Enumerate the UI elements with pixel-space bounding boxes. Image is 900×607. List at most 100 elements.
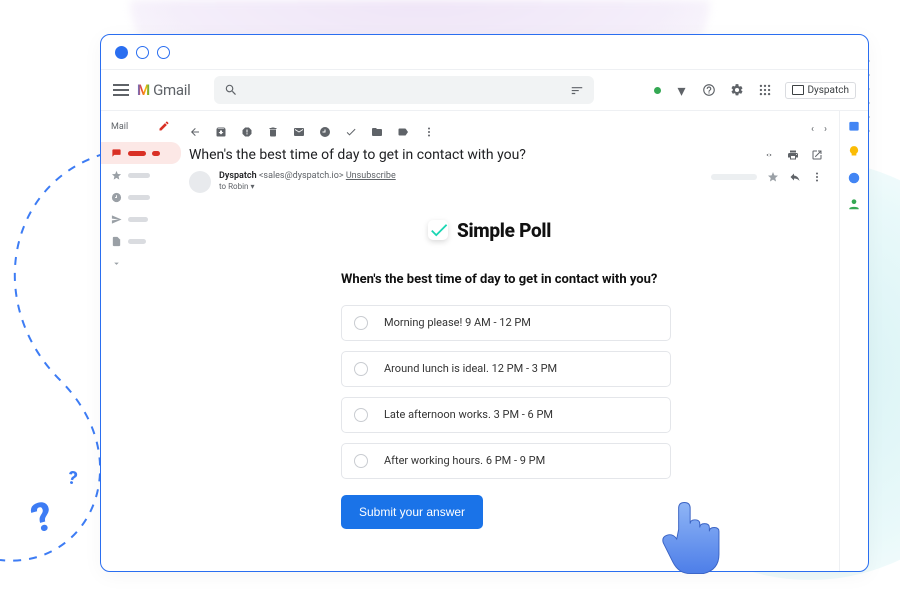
addon-rail	[839, 111, 868, 571]
sidebar-item[interactable]	[101, 186, 181, 208]
poll-option[interactable]: After working hours. 6 PM - 9 PM	[341, 443, 671, 479]
to-recipient: to Robin	[219, 182, 248, 192]
star-icon	[111, 170, 122, 181]
gmail-main: ‹ › When's the best time of day to get i…	[181, 111, 868, 571]
poll-card: Simple Poll When's the best time of day …	[341, 217, 671, 571]
subject-actions	[763, 149, 823, 161]
popout-icon[interactable]	[811, 149, 823, 161]
more-icon[interactable]	[423, 123, 435, 135]
contacts-icon[interactable]	[847, 197, 861, 211]
gmail-topbar: M Gmail ▾ Dyspatch	[101, 70, 868, 111]
dyspatch-addon-label: Dyspatch	[807, 85, 849, 96]
window-titlebar	[101, 35, 868, 70]
gmail-logo[interactable]: M Gmail	[137, 81, 190, 99]
dyspatch-addon-button[interactable]: Dyspatch	[785, 82, 856, 99]
spam-icon[interactable]	[241, 123, 253, 135]
caret-down-icon[interactable]: ▾	[673, 82, 689, 98]
avatar	[189, 171, 211, 193]
sidebar-item[interactable]	[101, 164, 181, 186]
move-icon[interactable]	[371, 123, 383, 135]
chevron-down-icon	[111, 258, 122, 269]
help-icon[interactable]	[701, 82, 717, 98]
snooze-icon[interactable]	[319, 123, 331, 135]
checkmark-icon	[425, 217, 451, 243]
archive-icon[interactable]	[215, 123, 227, 135]
unsubscribe-link[interactable]: Unsubscribe	[346, 171, 396, 181]
sender-name: Dyspatch	[219, 171, 257, 181]
label-icon[interactable]	[397, 123, 409, 135]
radio-icon	[354, 362, 368, 376]
to-line[interactable]: to Robin ▾	[219, 182, 396, 192]
gmail-app: M Gmail ▾ Dyspatch	[101, 70, 868, 571]
email-subject: When's the best time of day to get in co…	[189, 147, 526, 163]
topbar-right: ▾ Dyspatch	[642, 82, 856, 99]
chevron-right-icon[interactable]: ›	[824, 124, 827, 135]
sender-actions	[711, 171, 823, 183]
back-icon[interactable]	[189, 123, 201, 135]
poll-option[interactable]: Morning please! 9 AM - 12 PM	[341, 305, 671, 341]
poll-logo: Simple Poll	[305, 217, 671, 243]
send-icon	[111, 214, 122, 225]
poll-option[interactable]: Late afternoon works. 3 PM - 6 PM	[341, 397, 671, 433]
gmail-sidebar: Mail	[101, 111, 181, 571]
poll-brand: Simple Poll	[457, 219, 551, 242]
sidebar-item-pill	[128, 173, 150, 178]
delete-icon[interactable]	[267, 123, 279, 135]
more-icon[interactable]	[811, 171, 823, 183]
sender-line: Dyspatch <sales@dyspatch.io> Unsubscribe	[219, 171, 396, 182]
search-icon	[224, 83, 238, 97]
gmail-logo-text: Gmail	[153, 81, 190, 99]
gmail-logo-m: M	[137, 81, 150, 99]
poll-question: When's the best time of day to get in co…	[341, 271, 671, 289]
caret-down-icon: ▾	[250, 182, 254, 192]
radio-icon	[354, 408, 368, 422]
inbox-icon	[111, 148, 122, 159]
poll-option-label: Around lunch is ideal. 12 PM - 3 PM	[384, 362, 557, 375]
mail-icon[interactable]	[293, 123, 305, 135]
presence-indicator-icon	[654, 87, 661, 94]
search-input[interactable]	[214, 76, 594, 104]
sidebar-item-pill	[128, 239, 146, 244]
window-control-dot[interactable]	[115, 46, 128, 59]
sidebar-item-pill	[128, 217, 148, 222]
sidebar-item-more[interactable]	[101, 252, 181, 274]
pointer-cursor-icon	[646, 491, 742, 587]
window-control-dot[interactable]	[136, 46, 149, 59]
sidebar-item-inbox[interactable]	[101, 142, 181, 164]
tasks-icon[interactable]	[847, 171, 861, 185]
clock-icon	[111, 192, 122, 203]
radio-icon	[354, 316, 368, 330]
poll-option[interactable]: Around lunch is ideal. 12 PM - 3 PM	[341, 351, 671, 387]
sidebar-item[interactable]	[101, 208, 181, 230]
radio-icon	[354, 454, 368, 468]
apps-grid-icon[interactable]	[757, 82, 773, 98]
poll-option-label: Late afternoon works. 3 PM - 6 PM	[384, 408, 553, 421]
calendar-icon[interactable]	[847, 119, 861, 133]
pager: ‹ ›	[811, 124, 827, 135]
message-toolbar: ‹ ›	[185, 117, 827, 141]
star-icon[interactable]	[767, 171, 779, 183]
gear-icon[interactable]	[729, 82, 745, 98]
sidebar-item-pill	[152, 151, 160, 156]
task-icon[interactable]	[345, 123, 357, 135]
reply-icon[interactable]	[789, 171, 801, 183]
sidebar-item-pill	[128, 195, 150, 200]
hamburger-menu-icon[interactable]	[113, 84, 129, 96]
sender-email: <sales@dyspatch.io>	[259, 171, 344, 181]
tune-icon[interactable]	[570, 83, 584, 97]
compose-icon[interactable]	[158, 117, 170, 136]
print-icon[interactable]	[787, 149, 799, 161]
keep-icon[interactable]	[847, 145, 861, 159]
timestamp-placeholder	[711, 174, 757, 180]
sidebar-item[interactable]	[101, 230, 181, 252]
sidebar-header: Mail	[111, 122, 128, 132]
sidebar-item-pill	[128, 151, 146, 156]
window-control-dot[interactable]	[157, 46, 170, 59]
subject-row: When's the best time of day to get in co…	[185, 141, 827, 169]
file-icon	[111, 236, 122, 247]
poll-option-label: Morning please! 9 AM - 12 PM	[384, 316, 531, 329]
expand-icon[interactable]	[763, 149, 775, 161]
sender-row: Dyspatch <sales@dyspatch.io> Unsubscribe…	[185, 169, 827, 195]
submit-button[interactable]: Submit your answer	[341, 495, 483, 529]
chevron-left-icon[interactable]: ‹	[811, 124, 814, 135]
